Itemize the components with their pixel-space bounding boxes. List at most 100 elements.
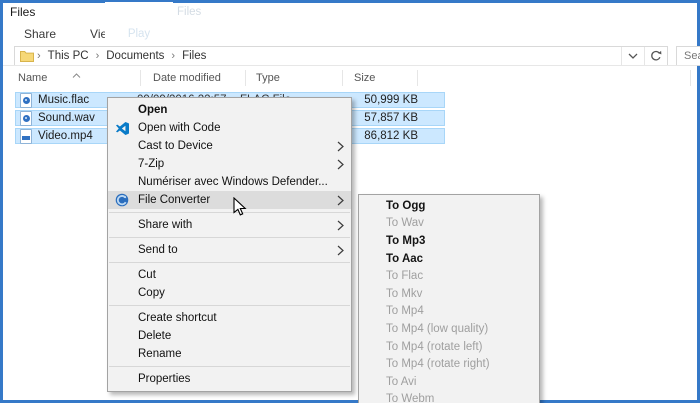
video-file-icon [20, 129, 32, 144]
address-bar[interactable]: › This PC › Documents › Files [14, 46, 668, 66]
submenu-item-label: To Avi [386, 376, 416, 388]
submenu-item-label: To Mp4 [386, 305, 424, 317]
tab-share[interactable]: Share [14, 26, 66, 44]
search-placeholder: Sea [684, 50, 700, 62]
menu-item-7-zip[interactable]: 7-Zip [108, 155, 351, 173]
menu-item-label: Delete [138, 330, 171, 342]
submenu-item-to-wav: To Wav [359, 215, 539, 233]
chevron-right-icon [337, 159, 344, 170]
menu-separator [109, 212, 350, 213]
submenu-item-label: To Mp3 [386, 235, 425, 247]
menu-separator [109, 366, 350, 367]
chevron-right-icon [337, 220, 344, 231]
menu-item-label: Create shortcut [138, 312, 217, 324]
menu-item-properties[interactable]: Properties [108, 370, 351, 388]
breadcrumb-this-pc[interactable]: This PC [44, 50, 93, 62]
submenu-item-to-flac: To Flac [359, 267, 539, 285]
menu-item-num-riser-avec-windows-defender[interactable]: Numériser avec Windows Defender... [108, 173, 351, 191]
refresh-button[interactable] [644, 47, 667, 65]
column-header-type[interactable]: Type [256, 72, 280, 84]
column-header-name[interactable]: Name [18, 72, 47, 84]
submenu-item-label: To Mp4 (rotate right) [386, 358, 490, 370]
menu-item-send-to[interactable]: Send to [108, 241, 351, 259]
submenu-item-to-avi: To Avi [359, 373, 539, 391]
submenu-item-label: To Ogg [386, 200, 425, 212]
menu-item-label: Rename [138, 348, 181, 360]
submenu-item-to-mp4-rotate-left: To Mp4 (rotate left) [359, 338, 539, 356]
submenu-item-to-mkv: To Mkv [359, 285, 539, 303]
file-converter-submenu: To Ogg To Wav To Mp3 To Aac To Flac To Mkv To … [358, 194, 540, 403]
column-header-date-modified[interactable]: Date modified [153, 72, 221, 84]
menu-item-label: Cast to Device [138, 140, 213, 152]
menu-item-label: Share with [138, 219, 192, 231]
sort-ascending-icon [72, 66, 81, 84]
breadcrumb-documents[interactable]: Documents [102, 50, 168, 62]
chevron-right-icon [337, 141, 344, 152]
menu-item-share-with[interactable]: Share with [108, 216, 351, 234]
mouse-cursor-icon [233, 197, 247, 222]
menu-item-label: Properties [138, 373, 190, 385]
chevron-down-icon [628, 53, 638, 59]
menu-item-label: Open [138, 104, 167, 116]
submenu-item-to-ogg[interactable]: To Ogg [359, 197, 539, 215]
submenu-item-label: To Mp4 (rotate left) [386, 341, 483, 353]
column-divider[interactable] [342, 70, 343, 86]
menu-item-copy[interactable]: Copy [108, 284, 351, 302]
menu-item-open-with-code[interactable]: Open with Code [108, 119, 351, 137]
submenu-item-label: To Wav [386, 217, 424, 229]
menu-item-cut[interactable]: Cut [108, 266, 351, 284]
breadcrumb-files[interactable]: Files [178, 50, 210, 62]
menu-separator [109, 262, 350, 263]
submenu-item-label: To Flac [386, 270, 423, 282]
menu-item-label: Send to [138, 244, 178, 256]
menu-item-file-converter[interactable]: File Converter [108, 191, 351, 209]
vscode-icon [116, 122, 129, 135]
menu-item-delete[interactable]: Delete [108, 327, 351, 345]
submenu-item-label: To Mkv [386, 288, 422, 300]
breadcrumb-chevron-icon: › [93, 50, 103, 62]
menu-separator [109, 305, 350, 306]
submenu-item-to-mp4: To Mp4 [359, 303, 539, 321]
column-header-size[interactable]: Size [354, 72, 375, 84]
menu-item-label: 7-Zip [138, 158, 164, 170]
explorer-window: Files Files Share View Play › This PC › … [0, 0, 700, 403]
menu-item-label: Copy [138, 287, 165, 299]
menu-item-label: Open with Code [138, 122, 220, 134]
toolbar-divider [3, 65, 697, 66]
file-converter-icon [115, 193, 129, 207]
menu-item-label: Cut [138, 269, 156, 281]
submenu-item-label: To Webm [386, 393, 434, 403]
submenu-item-to-mp4-rotate-right: To Mp4 (rotate right) [359, 355, 539, 373]
menu-item-create-shortcut[interactable]: Create shortcut [108, 309, 351, 327]
menu-item-open[interactable]: Open [108, 101, 351, 119]
menu-item-label: Numériser avec Windows Defender... [138, 176, 328, 188]
breadcrumb-chevron-icon: › [168, 50, 178, 62]
column-divider[interactable] [245, 70, 246, 86]
file-name: Video.mp4 [38, 130, 93, 142]
context-menu: Open Open with Code Cast to Device 7-Zip Num… [107, 97, 352, 392]
file-name: Sound.wav [38, 112, 95, 124]
chevron-right-icon [337, 195, 344, 206]
submenu-item-to-webm: To Webm [359, 391, 539, 403]
submenu-item-label: To Mp4 (low quality) [386, 323, 488, 335]
ghost-window-title: Files [177, 6, 201, 18]
ghost-tab-play: Play [128, 28, 150, 40]
folder-icon [20, 50, 34, 62]
submenu-item-to-aac[interactable]: To Aac [359, 250, 539, 268]
search-input[interactable]: Sea [676, 46, 700, 66]
redacted-tab-area: Play [105, 2, 173, 44]
menu-item-label: File Converter [138, 194, 210, 206]
address-dropdown-button[interactable] [621, 47, 644, 65]
column-divider[interactable] [140, 70, 141, 86]
submenu-item-label: To Aac [386, 253, 423, 265]
refresh-icon [650, 50, 662, 62]
menu-item-rename[interactable]: Rename [108, 345, 351, 363]
window-title: Files [10, 5, 35, 19]
menu-item-cast-to-device[interactable]: Cast to Device [108, 137, 351, 155]
submenu-item-to-mp3[interactable]: To Mp3 [359, 232, 539, 250]
column-divider[interactable] [690, 70, 691, 86]
column-divider[interactable] [417, 70, 418, 86]
audio-file-icon [20, 93, 32, 108]
file-name: Music.flac [38, 94, 89, 106]
chevron-right-icon [337, 245, 344, 256]
